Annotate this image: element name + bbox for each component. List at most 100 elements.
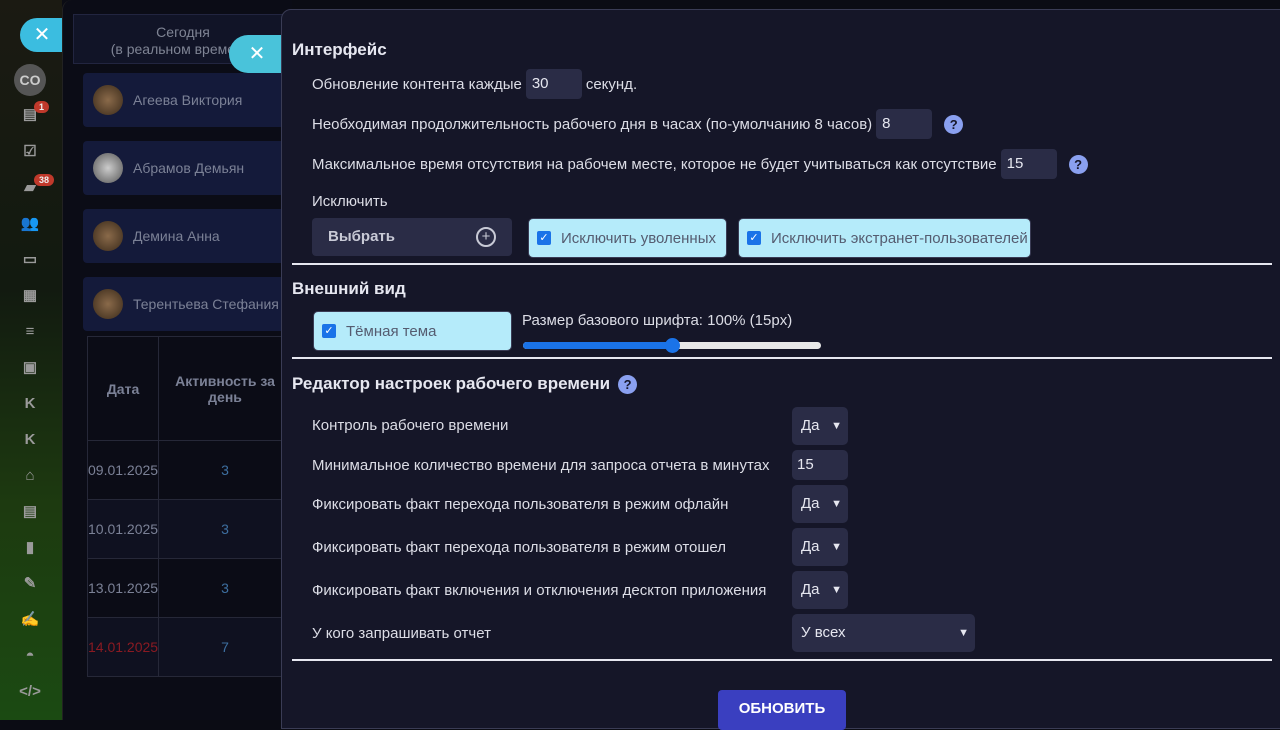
person-item[interactable]: Терентьева Стефания <box>83 277 293 331</box>
divider <box>292 357 1272 359</box>
checkbox-checked-icon: ✓ <box>747 231 761 245</box>
refresh-label: Обновление контента каждые <box>312 75 522 93</box>
chat-badge: 38 <box>34 174 55 186</box>
away-select[interactable]: Да ▼ <box>792 528 848 566</box>
chart-icon[interactable]: ▮ <box>18 536 42 560</box>
absence-input[interactable]: 15 <box>1000 149 1057 179</box>
row-label: Минимальное количество времени для запро… <box>312 457 770 474</box>
dark-theme-checkbox[interactable]: ✓ Тёмная тема <box>313 311 512 351</box>
table-row: 13.01.2025 3 <box>86 558 292 618</box>
row-label: У кого запрашивать отчет <box>312 625 491 642</box>
table-row: 10.01.2025 3 <box>86 499 292 559</box>
avatar <box>93 85 123 115</box>
tasks-icon[interactable]: ☑ <box>18 140 42 164</box>
plus-circle-icon: + <box>476 227 496 247</box>
table-row: 09.01.2025 3 <box>86 440 292 500</box>
exclude-extranet-checkbox[interactable]: ✓ Исключить экстранет-пользователей <box>738 218 1031 258</box>
activity-cell[interactable]: 3 <box>158 499 292 559</box>
report-from-select[interactable]: У всех ▼ <box>792 614 975 652</box>
row-label: Фиксировать факт перехода пользователя в… <box>312 496 729 513</box>
bank-icon[interactable]: ⌂ <box>18 464 42 488</box>
select-value: У всех <box>801 624 846 641</box>
dark-theme-label: Тёмная тема <box>346 322 437 340</box>
select-button-label: Выбрать <box>328 228 395 245</box>
exclude-label: Исключить <box>312 193 388 210</box>
activity-cell[interactable]: 3 <box>158 558 292 618</box>
avatar[interactable]: CO <box>14 64 46 96</box>
avatar <box>93 153 123 183</box>
signature-icon[interactable]: ✍ <box>18 608 42 632</box>
date-cell: 13.01.2025 <box>86 558 160 618</box>
refresh-unit: секунд. <box>585 75 638 93</box>
select-button[interactable]: Выбрать + <box>312 218 512 256</box>
schedule-icon[interactable]: ▦ <box>18 284 42 308</box>
date-cell: 10.01.2025 <box>86 499 160 559</box>
table-row: 14.01.2025 7 <box>86 617 292 677</box>
select-value: Да <box>801 581 820 598</box>
date-cell: 14.01.2025 <box>86 617 160 677</box>
col-date: Дата <box>86 336 160 441</box>
users-icon[interactable]: 👥 <box>18 212 42 236</box>
help-icon[interactable]: ? <box>1068 154 1088 174</box>
workday-input[interactable]: 8 <box>876 109 933 139</box>
exclude-fired-checkbox[interactable]: ✓ Исключить уволенных <box>528 218 727 258</box>
row-label: Фиксировать факт включения и отключения … <box>312 582 767 599</box>
worktime-control-select[interactable]: Да ▼ <box>792 407 848 445</box>
col-activity: Активность за день <box>158 336 292 441</box>
drive-icon[interactable]: ▭ <box>18 248 42 272</box>
font-size-slider[interactable] <box>523 338 821 353</box>
slider-thumb[interactable] <box>665 338 680 353</box>
refresh-input[interactable]: 30 <box>525 69 582 99</box>
date-cell: 09.01.2025 <box>86 440 160 500</box>
update-button[interactable]: ОБНОВИТЬ <box>718 690 846 730</box>
help-icon[interactable]: ? <box>618 375 638 394</box>
divider <box>292 659 1272 661</box>
chevron-down-icon: ▼ <box>831 541 842 553</box>
close-settings-icon[interactable]: ✕ <box>229 35 285 73</box>
sidebar: ✕ CO ▤ 1 ☑ ▰ 38 👥 ▭ ▦ ≡ ▣ K K ⌂ ▤ ▮ ✎ ✍ … <box>0 0 64 720</box>
chevron-down-icon: ▼ <box>831 584 842 596</box>
settings-panel: Интерфейс Обновление контента каждые 30 се… <box>281 9 1280 730</box>
k-icon-2[interactable]: K <box>18 428 42 452</box>
section-title-interface: Интерфейс <box>292 40 387 59</box>
select-value: Да <box>801 417 820 434</box>
code-icon[interactable]: </> <box>18 680 42 704</box>
person-item[interactable]: Агеева Виктория <box>83 73 293 127</box>
section-title-appearance: Внешний вид <box>292 279 406 298</box>
exclude-extranet-label: Исключить экстранет-пользователей <box>771 229 1028 247</box>
person-name: Агеева Виктория <box>133 92 243 108</box>
activity-table: Дата Активность за день 09.01.2025 3 10.01… <box>86 336 292 677</box>
font-size-label: Размер базового шрифта: 100% (15px) <box>522 312 793 329</box>
slider-fill <box>523 342 672 349</box>
min-report-time-input[interactable]: 15 <box>792 450 848 480</box>
calendar-badge: 1 <box>34 101 50 113</box>
divider <box>292 263 1272 265</box>
document-icon[interactable]: ▤ <box>18 500 42 524</box>
edit-document-icon[interactable]: ✎ <box>18 572 42 596</box>
select-value: Да <box>801 538 820 555</box>
checkbox-checked-icon: ✓ <box>537 231 551 245</box>
person-item[interactable]: Абрамов Демьян <box>83 141 293 195</box>
k-icon[interactable]: K <box>18 392 42 416</box>
android-icon[interactable]: ◓ <box>18 644 42 668</box>
workday-label: Необходимая продолжительность рабочего д… <box>312 115 873 133</box>
offline-select[interactable]: Да ▼ <box>792 485 848 523</box>
chevron-down-icon: ▼ <box>831 498 842 510</box>
desktop-app-select[interactable]: Да ▼ <box>792 571 848 609</box>
absence-label: Максимальное время отсутствия на рабочем… <box>312 155 997 173</box>
avatar <box>93 221 123 251</box>
chevron-down-icon: ▼ <box>958 627 969 639</box>
person-name: Терентьева Стефания <box>133 296 279 312</box>
select-value: Да <box>801 495 820 512</box>
worktime-title: Редактор настроек рабочего времени <box>292 374 611 393</box>
contact-card-icon[interactable]: ▣ <box>18 356 42 380</box>
filter-icon[interactable]: ≡ <box>18 320 42 344</box>
exclude-fired-label: Исключить уволенных <box>561 229 716 247</box>
close-icon[interactable]: ✕ <box>20 18 64 52</box>
person-name: Демина Анна <box>133 228 220 244</box>
activity-cell[interactable]: 7 <box>158 617 292 677</box>
person-name: Абрамов Демьян <box>133 160 245 176</box>
activity-cell[interactable]: 3 <box>158 440 292 500</box>
person-item[interactable]: Демина Анна <box>83 209 293 263</box>
help-icon[interactable]: ? <box>944 114 964 134</box>
